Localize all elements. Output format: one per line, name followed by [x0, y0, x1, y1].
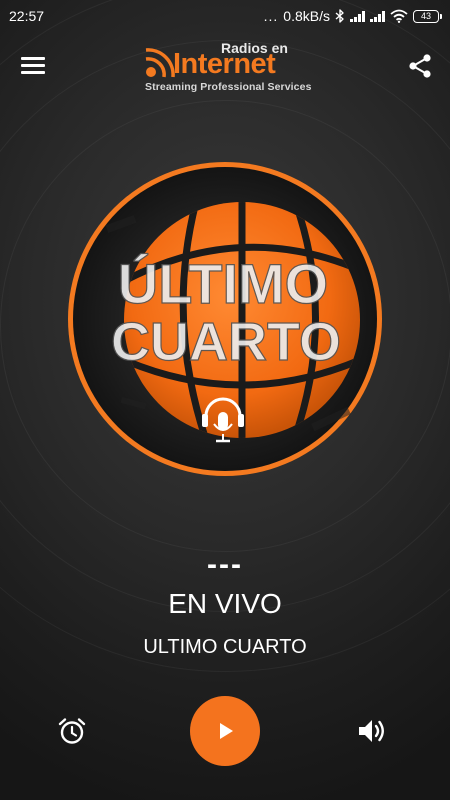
station-name-art: ÚLTIMO CUARTO — [110, 251, 341, 372]
wifi-icon — [390, 9, 408, 23]
network-speed: 0.8kB/s — [283, 8, 330, 24]
signal-icon — [350, 10, 365, 22]
status-bar: 22:57 ... 0.8kB/s 43 — [0, 0, 450, 32]
share-button[interactable] — [406, 52, 434, 80]
battery-icon: 43 — [413, 9, 442, 23]
app-logo: Radios en Internet Streaming Professiona… — [143, 40, 313, 96]
track-title: EN VIVO — [168, 588, 282, 619]
menu-button[interactable] — [21, 54, 49, 78]
player-screen: 22:57 ... 0.8kB/s 43 Radios en Internet … — [0, 0, 450, 800]
station-artwork: ÚLTIMO CUARTO — [66, 160, 384, 478]
status-icons: ... 0.8kB/s 43 — [264, 8, 442, 24]
alarm-clock-icon — [58, 718, 86, 744]
volume-icon — [359, 720, 384, 742]
station-logo: ÚLTIMO CUARTO — [68, 162, 382, 476]
volume-button[interactable] — [356, 716, 388, 746]
status-time: 22:57 — [9, 8, 45, 24]
play-icon — [220, 723, 233, 739]
play-button[interactable] — [190, 696, 260, 766]
alarm-button[interactable] — [57, 716, 87, 746]
app-bar: Radios en Internet Streaming Professiona… — [0, 32, 450, 102]
logo-main-text: Internet — [173, 48, 276, 80]
station-art-line2: CUARTO — [111, 312, 341, 372]
bluetooth-icon — [335, 9, 344, 23]
station-name: ULTIMO CUARTO — [143, 636, 307, 658]
logo-subtitle: Streaming Professional Services — [145, 81, 312, 93]
signal-icon — [370, 10, 385, 22]
station-art-line1: ÚLTIMO — [118, 252, 328, 315]
notification-dots: ... — [263, 8, 279, 24]
menu-icon — [21, 57, 49, 74]
share-icon — [409, 54, 431, 78]
battery-level: 43 — [413, 9, 439, 23]
track-artist-placeholder: --- — [207, 548, 243, 581]
